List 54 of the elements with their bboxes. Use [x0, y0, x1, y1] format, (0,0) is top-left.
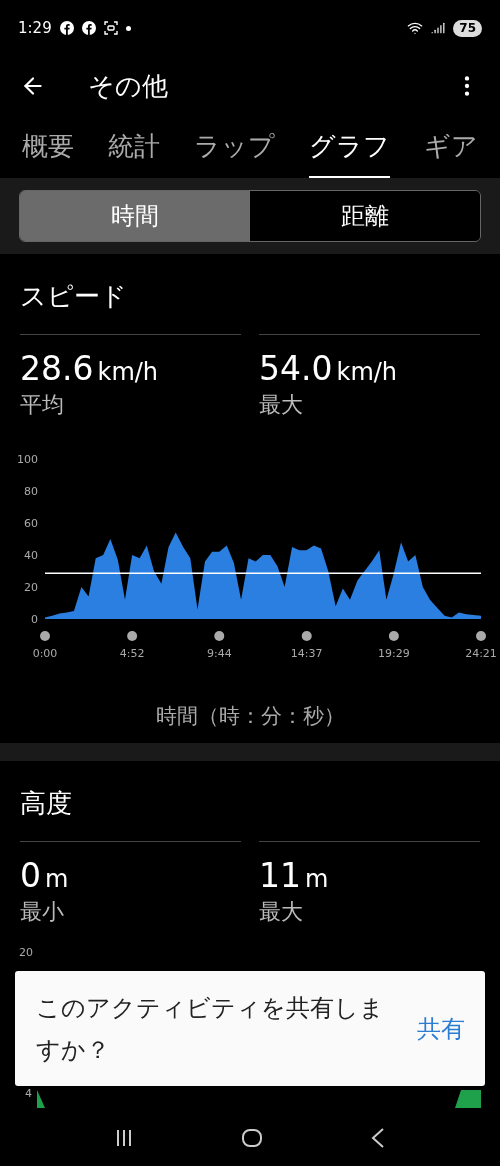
- tab[interactable]: 統計: [108, 116, 160, 178]
- stat-unit: m: [45, 864, 69, 895]
- stat-value: 0: [20, 856, 41, 896]
- battery-level: 75: [453, 19, 482, 37]
- x-tick-label: 0:00: [32, 647, 58, 660]
- recent-apps-icon[interactable]: [114, 1129, 133, 1147]
- stat-unit: km/h: [97, 357, 159, 388]
- x-tick-dot: [388, 631, 399, 641]
- x-tick-label: 4:52: [119, 647, 145, 660]
- section-title: 高度: [19, 787, 73, 820]
- y-tick-label: 100: [17, 453, 38, 466]
- signal-icon: [431, 21, 446, 35]
- x-tick-dot: [40, 631, 50, 641]
- stat-unit: m: [305, 864, 329, 895]
- axis-title: 時間（時：分：秒）: [154, 703, 346, 730]
- y-tick-label: 40: [24, 549, 38, 562]
- x-tick-label: 24:21: [465, 647, 497, 660]
- stat-label: 最小: [20, 898, 65, 926]
- stat-label: 平均: [20, 391, 65, 419]
- facebook-icon: [81, 21, 96, 35]
- home-icon[interactable]: [242, 1128, 262, 1148]
- wifi-icon: [407, 20, 424, 36]
- x-tick-label: 14:37: [290, 647, 323, 660]
- snackbar-message: このアクティビティを共有しますか？: [36, 992, 385, 1066]
- segment[interactable]: 距離: [250, 191, 480, 241]
- stat-label: 最大: [259, 391, 304, 419]
- stat-label: 最大: [259, 898, 304, 926]
- page-title: その他: [88, 69, 168, 103]
- section-title: スピード: [19, 280, 128, 313]
- segment[interactable]: 時間: [20, 191, 250, 241]
- y-tick-label: 4: [25, 1087, 32, 1100]
- tab[interactable]: ラップ: [194, 116, 275, 178]
- x-tick-dot: [301, 631, 312, 641]
- share-button[interactable]: 共有: [417, 1010, 465, 1047]
- x-tick-dot: [476, 631, 486, 641]
- stat-value: 28.6: [20, 349, 94, 389]
- facebook-icon: [59, 21, 74, 35]
- screenshot-icon: [103, 21, 118, 35]
- y-tick-label: 0: [31, 613, 38, 626]
- y-tick-label: 80: [24, 485, 38, 498]
- stat-value: 11: [259, 856, 301, 896]
- tab[interactable]: ギア: [424, 116, 478, 178]
- y-tick-label: 60: [24, 517, 38, 530]
- x-tick-label: 19:29: [378, 647, 410, 660]
- stat-unit: km/h: [336, 357, 398, 388]
- stat-value: 54.0: [259, 349, 333, 389]
- x-tick-dot: [127, 631, 138, 641]
- y-tick-label: 20: [24, 581, 38, 594]
- x-tick-label: 9:44: [206, 647, 232, 660]
- tab[interactable]: 概要: [22, 116, 74, 178]
- status-time: 1:29: [18, 17, 52, 39]
- y-tick-label: 20: [19, 945, 33, 961]
- x-tick-dot: [214, 631, 225, 641]
- back-nav-icon[interactable]: [371, 1128, 386, 1148]
